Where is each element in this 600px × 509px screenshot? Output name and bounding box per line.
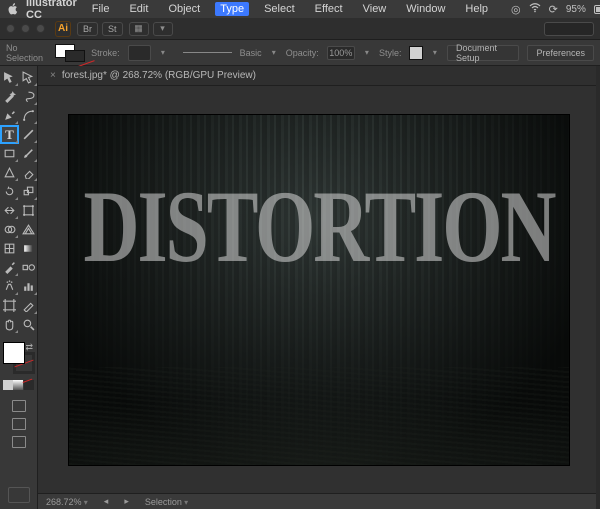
draw-normal-icon[interactable] [12, 400, 26, 412]
preferences-button[interactable]: Preferences [527, 45, 594, 61]
document-tab[interactable]: × forest.jpg* @ 268.72% (RGB/GPU Preview… [38, 66, 596, 86]
stroke-weight-stepper[interactable] [128, 45, 151, 61]
window-controls[interactable] [6, 24, 45, 33]
symbol-sprayer-tool[interactable] [0, 277, 19, 296]
hand-tool[interactable] [0, 315, 19, 334]
swap-fill-stroke-icon[interactable]: ⇄ [25, 342, 33, 353]
solid-color-icon[interactable] [3, 380, 13, 390]
brush-definition-dropdown[interactable] [183, 47, 232, 59]
eraser-tool[interactable] [19, 163, 38, 182]
style-dropdown-icon[interactable]: ▾ [431, 48, 439, 58]
free-transform-tool[interactable] [19, 201, 38, 220]
tool-panel: T ⇄ [0, 66, 38, 509]
zoom-tool[interactable] [19, 315, 38, 334]
app-titlebar: Ai Br St ▦ ▾ [0, 18, 600, 40]
stroke-weight-dropdown[interactable]: ▾ [159, 48, 167, 58]
curvature-tool[interactable] [19, 106, 38, 125]
column-graph-tool[interactable] [19, 277, 38, 296]
width-tool[interactable] [0, 201, 19, 220]
close-tab-icon[interactable]: × [50, 70, 56, 81]
adobe-stock-button[interactable]: St [102, 22, 123, 36]
fill-stroke-indicator[interactable]: ⇄ [3, 342, 35, 374]
menu-view[interactable]: View [358, 2, 392, 16]
artboard-tool[interactable] [0, 296, 19, 315]
workspace-dropdown[interactable]: ▾ [153, 22, 173, 36]
artboard-nav-prev-icon[interactable]: ◂ [104, 496, 109, 507]
opacity-label: Opacity: [286, 48, 319, 58]
selection-status-label: No Selection [6, 43, 47, 63]
apple-menu-icon[interactable] [8, 3, 18, 15]
menu-help[interactable]: Help [460, 2, 493, 16]
menu-app-name[interactable]: Illustrator CC [26, 0, 77, 21]
right-panel-dock[interactable] [596, 66, 600, 509]
stroke-label: Stroke: [91, 48, 120, 58]
status-bar: 268.72% ◂ ▸ Selection [38, 493, 596, 509]
artboard[interactable]: DISTORTION [69, 115, 569, 465]
menu-select[interactable]: Select [259, 2, 300, 16]
menu-type[interactable]: Type [215, 2, 249, 16]
line-segment-tool[interactable] [19, 125, 38, 144]
brush-dropdown-icon[interactable]: ▾ [270, 48, 278, 58]
artboard-nav-next-icon[interactable]: ▸ [124, 496, 129, 507]
spotlight-icon[interactable]: ◎ [511, 3, 521, 16]
draw-inside-icon[interactable] [12, 436, 26, 448]
rectangle-tool[interactable] [0, 144, 19, 163]
draw-behind-icon[interactable] [12, 418, 26, 430]
blend-tool[interactable] [19, 258, 38, 277]
document-tab-title: forest.jpg* @ 268.72% (RGB/GPU Preview) [62, 70, 256, 81]
menu-object[interactable]: Object [163, 2, 205, 16]
shape-builder-tool[interactable] [0, 220, 19, 239]
none-color-icon[interactable] [24, 380, 34, 390]
magic-wand-tool[interactable] [0, 87, 19, 106]
battery-percent: 95% [566, 4, 586, 15]
ai-logo-icon: Ai [55, 21, 71, 37]
menu-window[interactable]: Window [401, 2, 450, 16]
fill-stroke-swatch[interactable] [55, 44, 83, 62]
eyedropper-tool[interactable] [0, 258, 19, 277]
shaper-tool[interactable] [0, 163, 19, 182]
menu-edit[interactable]: Edit [124, 2, 153, 16]
opacity-field[interactable]: 100% [327, 46, 355, 60]
type-tool[interactable]: T [0, 125, 19, 144]
slice-tool[interactable] [19, 296, 38, 315]
screen-mode-button[interactable] [8, 487, 30, 503]
graphic-style-swatch[interactable] [409, 46, 422, 60]
artwork-text[interactable]: DISTORTION [69, 169, 569, 286]
wifi-icon[interactable] [529, 3, 541, 16]
status-mode-label[interactable]: Selection [145, 497, 188, 507]
mac-menubar: Illustrator CC File Edit Object Type Sel… [0, 0, 600, 18]
pen-tool[interactable] [0, 106, 19, 125]
direct-selection-tool[interactable] [19, 68, 38, 87]
rotate-tool[interactable] [0, 182, 19, 201]
scale-tool[interactable] [19, 182, 38, 201]
zoom-level-field[interactable]: 268.72% [46, 497, 88, 507]
battery-icon[interactable] [594, 5, 600, 14]
paintbrush-tool[interactable] [19, 144, 38, 163]
gradient-tool[interactable] [19, 239, 38, 258]
perspective-grid-tool[interactable] [19, 220, 38, 239]
go-to-bridge-button[interactable]: Br [77, 22, 98, 36]
brush-basic-label: Basic [240, 48, 262, 58]
fill-swatch-icon[interactable] [3, 342, 25, 364]
sync-icon[interactable]: ⟳ [549, 3, 558, 16]
canvas[interactable]: DISTORTION [38, 86, 596, 493]
arrange-documents-button[interactable]: ▦ [129, 22, 149, 36]
color-mode-row[interactable] [3, 380, 34, 390]
menu-effect[interactable]: Effect [310, 2, 348, 16]
menu-file[interactable]: File [87, 2, 115, 16]
selection-tool[interactable] [0, 68, 19, 87]
control-bar: No Selection Stroke: ▾ Basic ▾ Opacity: … [0, 40, 600, 66]
search-input[interactable] [544, 22, 594, 36]
mesh-tool[interactable] [0, 239, 19, 258]
opacity-dropdown-icon[interactable]: ▾ [363, 48, 371, 58]
menubar-status: ◎ ⟳ 95% [511, 3, 600, 16]
lasso-tool[interactable] [19, 87, 38, 106]
style-label: Style: [379, 48, 402, 58]
document-setup-button[interactable]: Document Setup [447, 45, 520, 61]
